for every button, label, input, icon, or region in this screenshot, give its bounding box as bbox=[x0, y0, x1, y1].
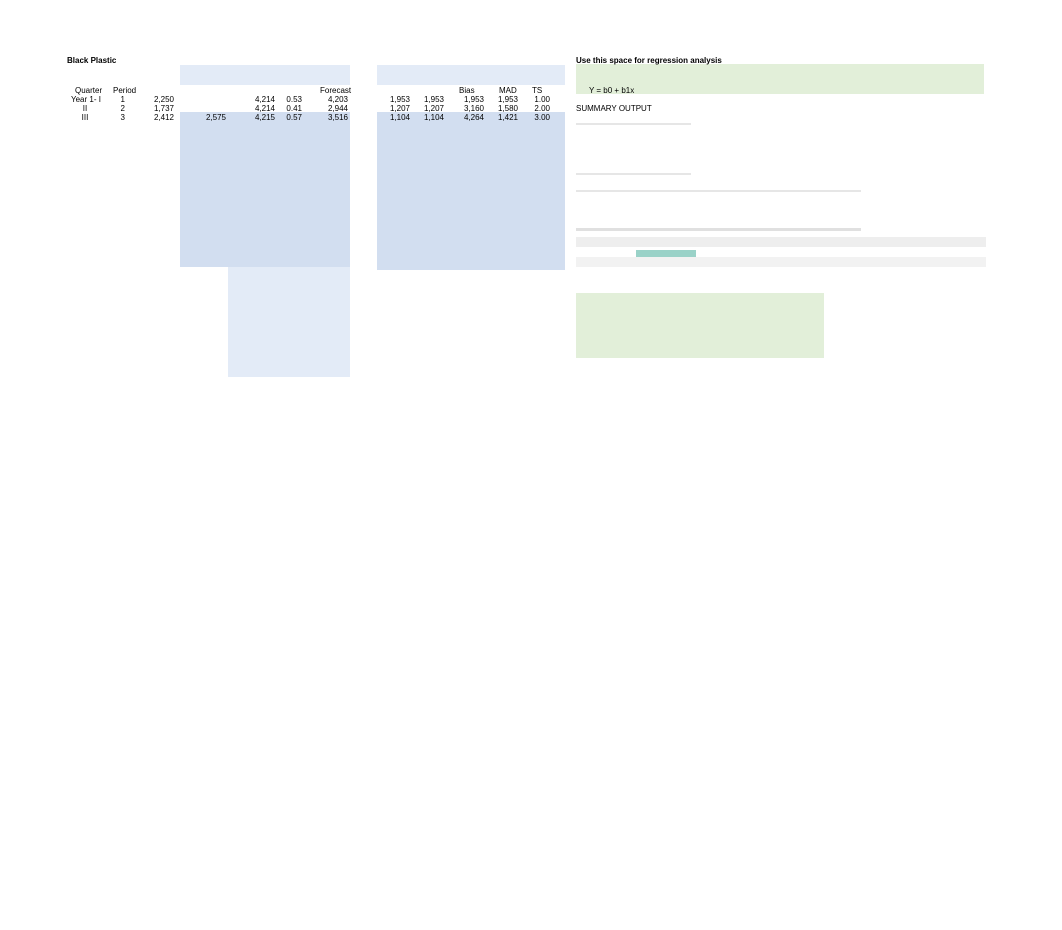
regression-equation: Y = b0 + b1x bbox=[589, 86, 634, 96]
spreadsheet-sheet: Black Plastic Use this space for regress… bbox=[0, 0, 1062, 930]
r3-f: 4,215 bbox=[245, 113, 275, 123]
r3-fc: 3,516 bbox=[316, 113, 348, 123]
r3-m: 2,575 bbox=[192, 113, 226, 123]
r3-p: 3 bbox=[108, 113, 125, 123]
rr3-mad: 1,421 bbox=[486, 113, 518, 123]
r3-q: III bbox=[80, 113, 90, 123]
rr3-bias: 4,264 bbox=[452, 113, 484, 123]
regression-title: Use this space for regression analysis bbox=[576, 56, 722, 66]
rr3-a: 1,104 bbox=[378, 113, 410, 123]
r3-v: 2,412 bbox=[140, 113, 174, 123]
sheet-title: Black Plastic bbox=[67, 56, 116, 66]
summary-output-label: SUMMARY OUTPUT bbox=[576, 104, 652, 114]
rr3-b: 1,104 bbox=[412, 113, 444, 123]
rr3-ts: 3.00 bbox=[523, 113, 550, 123]
r3-r: 0.57 bbox=[280, 113, 302, 123]
